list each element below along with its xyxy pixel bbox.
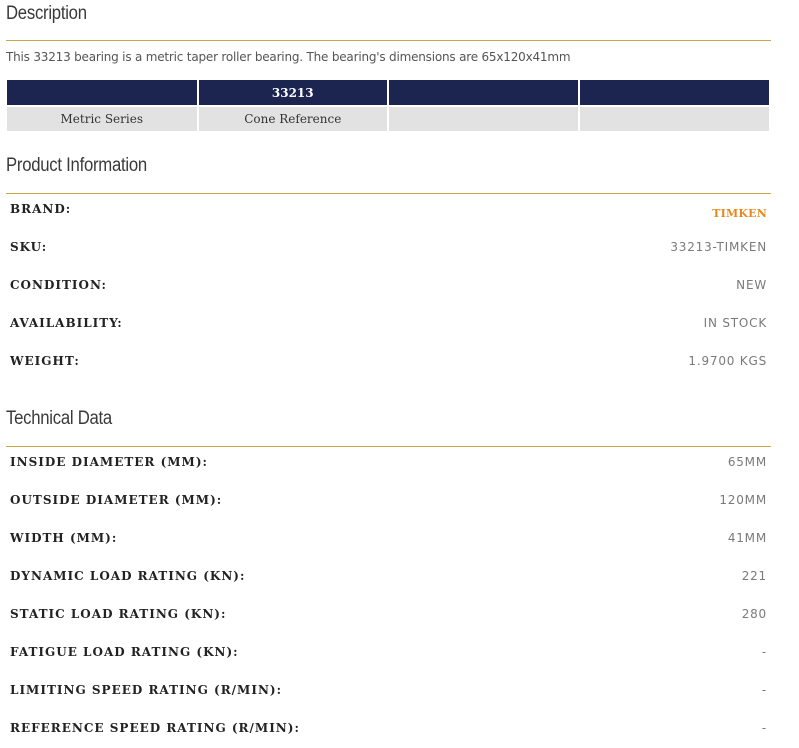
- technical-data-heading: Technical Data: [6, 408, 112, 429]
- outside-diameter-label: OUTSIDE DIAMETER (MM):: [10, 493, 223, 507]
- info-row-sku: SKU: 33213-TIMKEN: [10, 240, 767, 260]
- tech-row-inside-diameter: INSIDE DIAMETER (MM): 65MM: [10, 455, 767, 475]
- weight-value: 1.9700 KGS: [688, 354, 767, 368]
- info-row-condition: CONDITION: NEW: [10, 278, 767, 298]
- spec-table-cell: [578, 106, 769, 131]
- spec-table-cell: Cone Reference: [197, 106, 389, 131]
- info-row-availability: AVAILABILITY: IN STOCK: [10, 316, 767, 336]
- spec-table-header-cell: [388, 80, 580, 107]
- condition-value: NEW: [736, 278, 767, 292]
- tech-row-outside-diameter: OUTSIDE DIAMETER (MM): 120MM: [10, 493, 767, 513]
- tech-row-limiting-speed: LIMITING SPEED RATING (R/MIN): -: [10, 683, 767, 703]
- limiting-speed-label: LIMITING SPEED RATING (R/MIN):: [10, 683, 283, 697]
- availability-label: AVAILABILITY:: [10, 316, 123, 330]
- static-load-label: STATIC LOAD RATING (KN):: [10, 607, 227, 621]
- fatigue-load-label: FATIGUE LOAD RATING (KN):: [10, 645, 239, 659]
- tech-row-static-load: STATIC LOAD RATING (KN): 280: [10, 607, 767, 627]
- info-row-brand: BRAND: TIMKEN: [10, 202, 767, 222]
- weight-label: WEIGHT:: [10, 354, 80, 368]
- product-information-divider: [6, 193, 771, 194]
- reference-speed-value: -: [761, 721, 767, 735]
- inside-diameter-value: 65MM: [727, 455, 767, 469]
- limiting-speed-value: -: [761, 683, 767, 697]
- spec-table-header-row: 33213: [7, 80, 769, 107]
- availability-value: IN STOCK: [703, 316, 767, 330]
- sku-value: 33213-TIMKEN: [670, 240, 767, 254]
- static-load-value: 280: [741, 607, 767, 621]
- tech-row-dynamic-load: DYNAMIC LOAD RATING (KN): 221: [10, 569, 767, 589]
- spec-table: 33213 Metric Series Cone Reference: [7, 80, 769, 131]
- description-text: This 33213 bearing is a metric taper rol…: [6, 50, 571, 64]
- spec-table-header-cell: 33213: [197, 80, 389, 107]
- spec-table-cell: [388, 106, 580, 131]
- sku-label: SKU:: [10, 240, 48, 254]
- dynamic-load-value: 221: [741, 569, 767, 583]
- brand-label: BRAND:: [10, 202, 72, 216]
- spec-table-row: Metric Series Cone Reference: [7, 106, 769, 131]
- width-value: 41MM: [727, 531, 767, 545]
- brand-value[interactable]: TIMKEN: [712, 207, 767, 220]
- info-row-weight: WEIGHT: 1.9700 KGS: [10, 354, 767, 374]
- technical-data-divider: [6, 446, 771, 447]
- tech-row-reference-speed: REFERENCE SPEED RATING (R/MIN): -: [10, 721, 767, 741]
- inside-diameter-label: INSIDE DIAMETER (MM):: [10, 455, 208, 469]
- product-information-heading: Product Information: [6, 155, 147, 176]
- description-heading: Description: [6, 3, 87, 24]
- product-detail-page: Description This 33213 bearing is a metr…: [0, 0, 799, 748]
- width-label: WIDTH (MM):: [10, 531, 118, 545]
- tech-row-fatigue-load: FATIGUE LOAD RATING (KN): -: [10, 645, 767, 665]
- spec-table-cell: Metric Series: [7, 106, 199, 131]
- fatigue-load-value: -: [761, 645, 767, 659]
- spec-table-header-cell: [578, 80, 769, 107]
- dynamic-load-label: DYNAMIC LOAD RATING (KN):: [10, 569, 246, 583]
- outside-diameter-value: 120MM: [719, 493, 767, 507]
- description-divider: [6, 40, 771, 41]
- reference-speed-label: REFERENCE SPEED RATING (R/MIN):: [10, 721, 300, 735]
- tech-row-width: WIDTH (MM): 41MM: [10, 531, 767, 551]
- condition-label: CONDITION:: [10, 278, 107, 292]
- spec-table-header-cell: [7, 80, 199, 107]
